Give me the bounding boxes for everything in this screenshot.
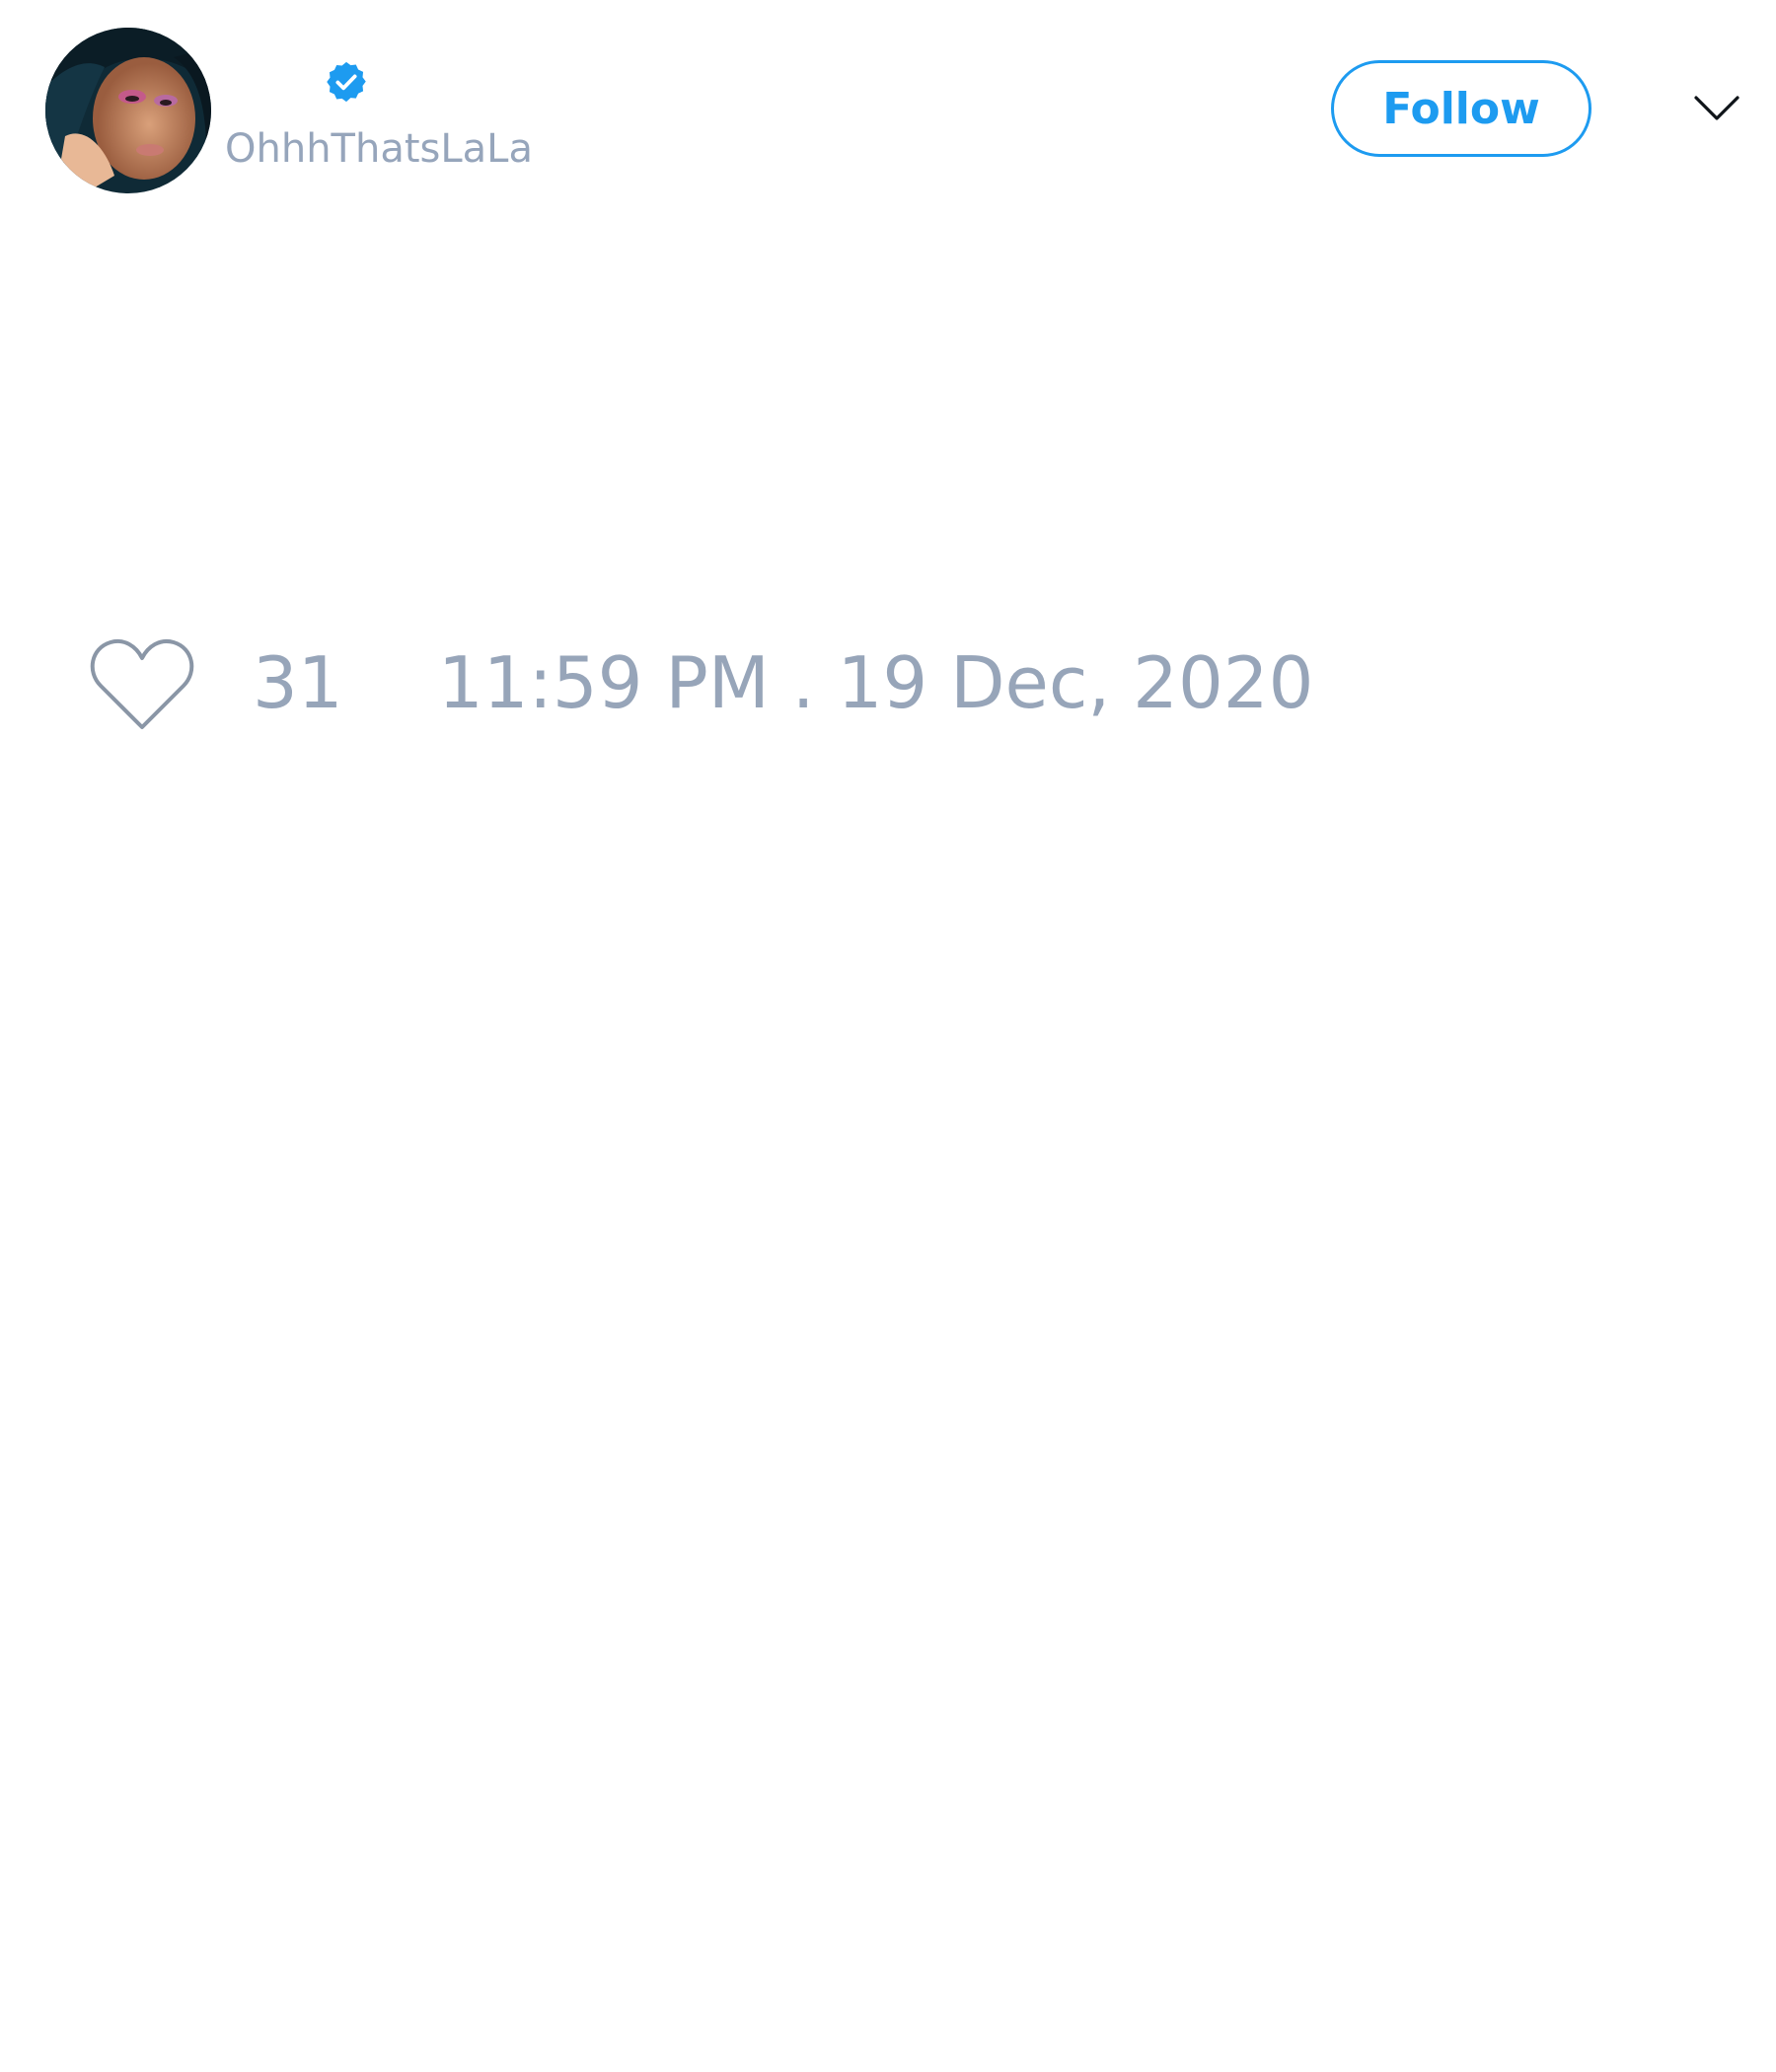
- verified-badge-icon: [327, 61, 366, 103]
- tweet-timestamp[interactable]: 11:59 PM . 19 Dec, 2020: [438, 643, 1313, 722]
- chevron-down-icon[interactable]: [1693, 91, 1740, 124]
- like-count: 31: [253, 641, 343, 724]
- avatar[interactable]: [45, 28, 211, 193]
- username[interactable]: OhhhThatsLaLa: [225, 126, 533, 172]
- tweet-embed: OhhhThatsLaLa Follow 31 11:59 PM . 19 De…: [0, 0, 1776, 2072]
- follow-button[interactable]: Follow: [1331, 60, 1591, 157]
- avatar-image: [45, 28, 211, 193]
- heart-outline-icon[interactable]: [89, 634, 195, 731]
